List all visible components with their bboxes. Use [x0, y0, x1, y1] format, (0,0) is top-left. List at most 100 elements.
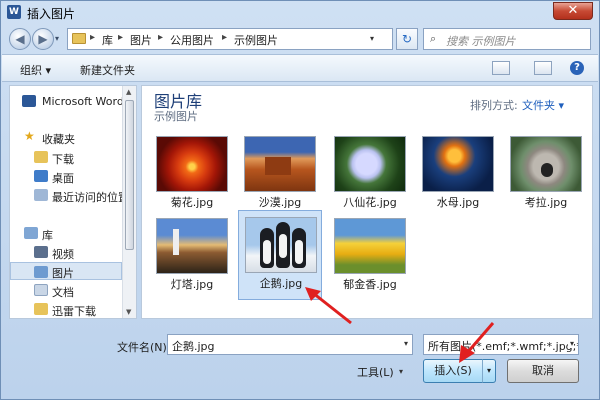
breadcrumb-public-pictures[interactable]: 公用图片 — [170, 32, 214, 48]
file-name: 沙漠.jpg — [258, 196, 302, 209]
file-thumbnail-hydrangea[interactable]: 八仙花.jpg — [328, 130, 412, 220]
nav-item-pictures[interactable]: 图片 — [10, 262, 122, 280]
file-thumbnail-lighthouse[interactable]: 灯塔.jpg — [150, 212, 234, 302]
file-name: 八仙花.jpg — [343, 196, 397, 209]
recent-pages-dropdown-icon[interactable]: ▾ — [55, 34, 59, 43]
file-thumbnail-penguins[interactable]: 企鹅.jpg — [238, 210, 322, 300]
filter-dropdown-icon[interactable]: ▾ — [567, 339, 574, 348]
file-name: 郁金香.jpg — [343, 278, 397, 291]
lighthouse-image — [156, 218, 228, 274]
thunder-download-icon — [34, 303, 48, 315]
desert-image — [244, 136, 316, 192]
address-bar[interactable]: ▸ 库 ▸ 图片 ▸ 公用图片 ▸ 示例图片 ▾ — [67, 28, 393, 50]
refresh-button[interactable]: ↻ — [396, 28, 418, 50]
word-app-icon: W — [7, 5, 21, 19]
file-thumbnail-koala[interactable]: 考拉.jpg — [504, 130, 588, 220]
library-icon — [24, 227, 38, 239]
nav-item-label: 下载 — [52, 153, 74, 166]
chrysanthemum-image — [156, 136, 228, 192]
file-name: 灯塔.jpg — [170, 278, 214, 291]
nav-item-label: 桌面 — [52, 172, 74, 185]
insert-picture-dialog: W 插入图片 ✕ ◀ ▶ ▾ ▸ 库 ▸ 图片 ▸ 公用图片 ▸ 示例图片 ▾ … — [0, 0, 600, 400]
nav-item-label: 收藏夹 — [42, 133, 75, 146]
scroll-up-icon[interactable]: ▲ — [126, 88, 131, 96]
breadcrumb-separator: ▸ — [90, 32, 96, 43]
tools-button[interactable]: 工具(L) — [357, 364, 394, 380]
close-button[interactable]: ✕ — [553, 2, 593, 20]
insert-options-dropdown-icon[interactable]: ▾ — [482, 359, 496, 383]
search-icon: ⌕ — [430, 32, 437, 45]
file-thumbnail-tulips[interactable]: 郁金香.jpg — [328, 212, 412, 302]
file-name: 菊花.jpg — [170, 196, 214, 209]
nav-item-libraries[interactable]: 库 — [10, 224, 122, 242]
nav-item-label: 迅雷下载 — [52, 305, 96, 318]
breadcrumb-pictures[interactable]: 图片 — [130, 32, 152, 48]
library-subtitle: 示例图片 — [154, 110, 198, 123]
breadcrumb-separator: ▸ — [222, 32, 228, 43]
star-icon: ★ — [24, 129, 35, 143]
breadcrumb-sample-pictures[interactable]: 示例图片 — [234, 32, 278, 48]
filename-input[interactable]: 企鹅.jpg ▾ — [167, 334, 413, 355]
organize-button[interactable]: 组织 ▾ — [20, 62, 51, 78]
nav-item-label: 文档 — [52, 286, 74, 299]
new-folder-button[interactable]: 新建文件夹 — [80, 62, 135, 78]
nav-item-videos[interactable]: 视频 — [10, 243, 122, 261]
forward-button[interactable]: ▶ — [32, 28, 54, 50]
hydrangea-image — [334, 136, 406, 192]
nav-scrollbar[interactable]: ▲ ▼ — [122, 86, 136, 318]
jellyfish-image — [422, 136, 494, 192]
tools-dropdown-icon[interactable]: ▾ — [399, 367, 403, 376]
insert-button[interactable]: 插入(S) — [423, 359, 483, 383]
arrange-by-label: 排列方式: — [470, 99, 518, 112]
search-placeholder: 搜索 示例图片 — [446, 35, 516, 48]
scroll-down-icon[interactable]: ▼ — [126, 308, 131, 316]
nav-item-label: 库 — [42, 229, 53, 242]
file-thumbnail-chrysanthemum[interactable]: 菊花.jpg — [150, 130, 234, 220]
file-type-filter[interactable]: 所有图片(*.emf;*.wmf;*.jpg;*.jp ▾ — [423, 334, 579, 355]
documents-icon — [34, 284, 48, 296]
nav-item-desktop[interactable]: 桌面 — [10, 167, 122, 185]
window-title: 插入图片 — [27, 7, 76, 21]
address-dropdown-icon[interactable]: ▾ — [370, 34, 374, 43]
nav-item-label: Microsoft Word — [42, 95, 124, 108]
back-button[interactable]: ◀ — [9, 28, 31, 50]
file-name: 水母.jpg — [436, 196, 480, 209]
file-type-value: 所有图片(*.emf;*.wmf;*.jpg;*.jp — [428, 340, 579, 353]
folder-icon — [72, 33, 86, 44]
word-icon — [22, 95, 36, 107]
recent-places-icon — [34, 189, 48, 201]
file-view: 图片库 示例图片 排列方式: 文件夹 ▾ 菊花.jpg 沙漠.jpg 八仙花.j… — [141, 85, 593, 319]
view-options-icon[interactable] — [492, 61, 510, 75]
penguins-image — [245, 217, 317, 273]
file-thumbnail-desert[interactable]: 沙漠.jpg — [238, 130, 322, 220]
title-bar: W 插入图片 ✕ — [1, 1, 599, 25]
nav-item-downloads[interactable]: 下载 — [10, 148, 122, 166]
videos-icon — [34, 246, 48, 258]
arrange-by-dropdown[interactable]: 文件夹 ▾ — [522, 97, 564, 113]
file-name: 企鹅.jpg — [259, 277, 303, 290]
nav-item-label: 最近访问的位置 — [52, 191, 129, 204]
cancel-button[interactable]: 取消 — [507, 359, 579, 383]
preview-pane-icon[interactable] — [534, 61, 552, 75]
search-input[interactable]: ⌕ 搜索 示例图片 — [423, 28, 591, 50]
navigation-pane: Microsoft Word ★ 收藏夹 下载 桌面 最近访问的位置 库 视频 — [9, 85, 137, 319]
tulips-image — [334, 218, 406, 274]
help-icon[interactable]: ? — [570, 61, 584, 75]
nav-item-thunder-download[interactable]: 迅雷下载 — [10, 300, 122, 318]
nav-item-recent-places[interactable]: 最近访问的位置 — [10, 186, 129, 204]
breadcrumb-separator: ▸ — [118, 32, 124, 43]
nav-item-label: 图片 — [52, 267, 74, 280]
breadcrumb-library[interactable]: 库 — [102, 32, 113, 48]
nav-item-favorites[interactable]: ★ 收藏夹 — [10, 128, 122, 146]
filename-value: 企鹅.jpg — [172, 340, 215, 353]
nav-item-documents[interactable]: 文档 — [10, 281, 122, 299]
koala-image — [510, 136, 582, 192]
desktop-icon — [34, 170, 48, 182]
filename-dropdown-icon[interactable]: ▾ — [404, 339, 408, 348]
pictures-icon — [34, 266, 48, 278]
command-toolbar: 组织 ▾ 新建文件夹 ? — [2, 54, 598, 82]
scrollbar-thumb[interactable] — [125, 100, 134, 250]
breadcrumb-separator: ▸ — [158, 32, 164, 43]
nav-item-microsoft-word[interactable]: Microsoft Word — [10, 92, 124, 110]
file-thumbnail-jellyfish[interactable]: 水母.jpg — [416, 130, 500, 220]
